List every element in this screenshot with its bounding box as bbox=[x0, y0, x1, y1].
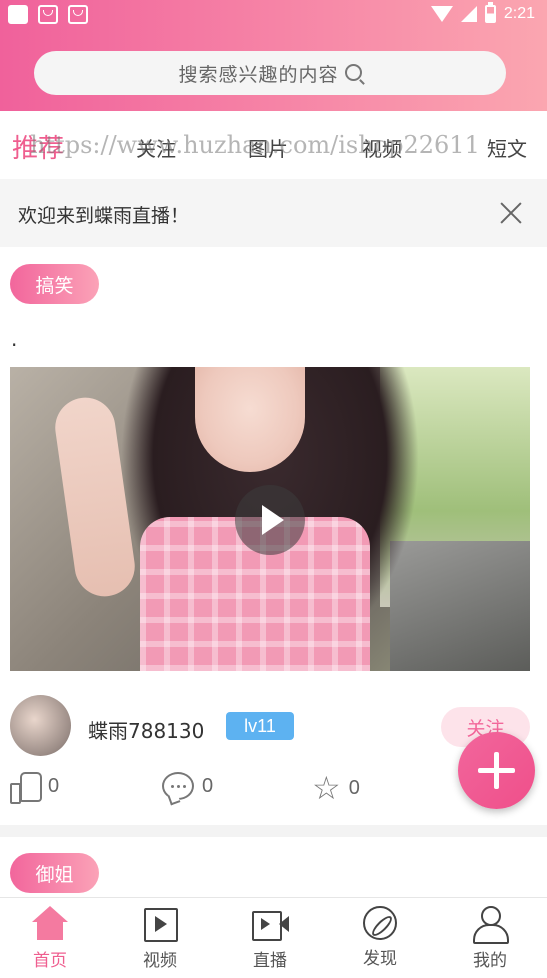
comment-count: 0 bbox=[202, 774, 214, 797]
search-placeholder: 搜索感兴趣的内容 bbox=[178, 63, 339, 86]
nav-label: 首页 bbox=[33, 951, 67, 971]
nav-video[interactable]: 视频 bbox=[120, 906, 200, 971]
favorite-action[interactable]: ☆ 0 bbox=[312, 772, 360, 804]
profile-icon bbox=[472, 906, 509, 944]
status-bar: 2:21 bbox=[0, 0, 547, 30]
avatar[interactable] bbox=[10, 695, 71, 756]
video-thumbnail[interactable] bbox=[10, 367, 530, 671]
notice-banner: 欢迎来到蝶雨直播！ bbox=[0, 179, 547, 247]
username[interactable]: 蝶雨788130 bbox=[88, 715, 204, 744]
favorite-count: 0 bbox=[348, 776, 360, 799]
discover-icon bbox=[363, 906, 397, 940]
comment-icon bbox=[162, 772, 194, 800]
nav-label: 发现 bbox=[363, 949, 397, 969]
nav-label: 视频 bbox=[143, 951, 177, 971]
play-icon[interactable] bbox=[235, 485, 305, 555]
post-card: 搞笑 . 蝶雨788130 lv11 关注 0 0 ☆ 0 bbox=[0, 247, 547, 825]
divider bbox=[0, 825, 547, 837]
add-post-button[interactable] bbox=[458, 732, 535, 809]
thumbs-up-icon bbox=[10, 772, 42, 804]
home-icon bbox=[32, 906, 68, 942]
category-tabs: 推荐 关注 图片 视频 短文 https://www.huzhan.com/is… bbox=[0, 111, 547, 179]
cell-signal-icon bbox=[460, 6, 477, 22]
notification-square-icon bbox=[8, 5, 28, 24]
post-card: 御姐 bbox=[0, 837, 547, 897]
nav-label: 我的 bbox=[473, 951, 507, 971]
close-icon[interactable] bbox=[499, 201, 523, 225]
tab-follow[interactable]: 关注 bbox=[136, 133, 176, 162]
nav-live[interactable]: 直播 bbox=[230, 906, 310, 971]
tab-images[interactable]: 图片 bbox=[248, 133, 288, 162]
like-count: 0 bbox=[48, 774, 60, 797]
nav-profile[interactable]: 我的 bbox=[450, 906, 530, 971]
notification-icons bbox=[8, 5, 88, 24]
nav-home[interactable]: 首页 bbox=[10, 906, 90, 971]
nav-label: 直播 bbox=[253, 951, 287, 971]
post-category-tag[interactable]: 御姐 bbox=[10, 853, 99, 893]
video-icon bbox=[142, 906, 178, 942]
wifi-icon bbox=[430, 6, 453, 22]
nav-discover[interactable]: 发现 bbox=[340, 906, 420, 969]
search-icon bbox=[344, 63, 362, 81]
level-badge: lv11 bbox=[226, 712, 294, 740]
search-bar[interactable]: 搜索感兴趣的内容 bbox=[34, 51, 506, 95]
post-category-tag[interactable]: 搞笑 bbox=[10, 264, 99, 304]
tab-videos[interactable]: 视频 bbox=[362, 133, 402, 162]
battery-icon bbox=[484, 2, 496, 23]
tab-articles[interactable]: 短文 bbox=[487, 133, 527, 162]
header: 搜索感兴趣的内容 bbox=[0, 30, 547, 111]
tab-recommend[interactable]: 推荐 bbox=[12, 128, 64, 165]
live-icon bbox=[252, 906, 289, 942]
notification-mail-icon bbox=[38, 5, 58, 24]
bottom-navigation: 首页 视频 直播 发现 我的 bbox=[0, 897, 547, 978]
notice-text: 欢迎来到蝶雨直播！ bbox=[18, 205, 190, 227]
star-icon: ☆ bbox=[312, 769, 341, 807]
notification-mail-icon bbox=[68, 5, 88, 24]
system-icons: 2:21 bbox=[430, 2, 535, 23]
status-time: 2:21 bbox=[503, 5, 535, 22]
comment-action[interactable]: 0 bbox=[162, 772, 213, 800]
post-text: . bbox=[11, 327, 18, 351]
like-action[interactable]: 0 bbox=[10, 772, 60, 804]
